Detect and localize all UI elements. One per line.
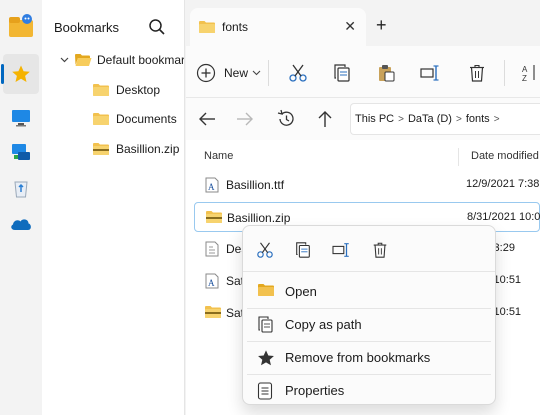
zip-folder-icon — [204, 305, 222, 322]
left-rail — [0, 0, 42, 415]
history-icon[interactable] — [274, 107, 298, 131]
close-icon[interactable]: ✕ — [344, 19, 356, 33]
new-button[interactable]: New — [196, 60, 261, 86]
tree-item-label: Desktop — [116, 83, 161, 97]
sort-button[interactable]: AZ — [522, 60, 540, 86]
file-name: Basillion.ttf — [226, 178, 285, 192]
context-menu: Open Copy as path Remove from bookmarks … — [242, 225, 496, 405]
tree-item-label: Default bookmarks — [97, 53, 185, 67]
rename-icon — [420, 63, 442, 83]
file-icon — [204, 241, 220, 260]
menu-item-label: Properties — [285, 383, 345, 398]
font-file-icon: A — [204, 177, 220, 196]
zip-folder-icon — [205, 210, 223, 227]
new-tab-button[interactable]: + — [376, 16, 387, 34]
copy-icon — [332, 63, 352, 83]
bookmarks-pane: Bookmarks Default bookmarks Desktop Docu… — [42, 0, 185, 415]
folder-open-icon — [74, 53, 92, 67]
delete-button[interactable] — [467, 60, 487, 86]
chevron-down-icon[interactable] — [58, 57, 70, 63]
sort-icon: AZ — [522, 63, 540, 83]
command-bar: New A Z — [186, 46, 540, 98]
font-file-icon: A — [204, 273, 220, 292]
folder-icon — [92, 112, 110, 126]
tree-item-default-bookmarks[interactable]: Default bookmarks — [58, 53, 185, 67]
svg-text:Z: Z — [522, 74, 527, 83]
column-header-name[interactable]: Name — [204, 150, 233, 162]
paste-button[interactable] — [376, 60, 396, 86]
chevron-right-icon: > — [493, 113, 500, 125]
tree-item-desktop[interactable]: Desktop — [92, 83, 160, 97]
tree-item-label: Documents — [116, 112, 177, 126]
tab-fonts[interactable]: fonts ✕ — [190, 8, 366, 46]
column-divider[interactable] — [458, 148, 459, 166]
svg-text:A: A — [522, 65, 528, 74]
menu-item-label: Remove from bookmarks — [285, 350, 431, 365]
rail-onedrive-icon[interactable] — [0, 204, 42, 244]
breadcrumb-this-pc[interactable]: This PC — [355, 113, 394, 125]
tree-item-label: Basillion.zip — [116, 142, 180, 156]
paste-icon — [376, 63, 396, 83]
rail-recycle-bin-icon[interactable] — [0, 168, 42, 208]
trash-icon[interactable] — [369, 240, 391, 260]
rail-bookmarks-star-icon[interactable] — [1, 54, 39, 94]
trash-icon — [467, 63, 487, 83]
table-row[interactable]: A Basillion.ttf 12/9/2021 7:38 — [194, 170, 540, 200]
rail-network-icon[interactable] — [0, 132, 42, 172]
copy-icon[interactable] — [292, 240, 314, 260]
context-menu-quick-actions — [243, 226, 495, 272]
up-arrow-icon[interactable] — [313, 107, 337, 131]
address-bar[interactable]: This PC > DaTa (D) > fonts > — [350, 103, 540, 135]
forward-arrow-icon[interactable] — [233, 107, 257, 131]
back-arrow-icon[interactable] — [195, 107, 219, 131]
rename-icon[interactable] — [331, 240, 353, 260]
scissors-icon — [288, 63, 308, 83]
rename-button[interactable] — [420, 60, 442, 86]
svg-text:A: A — [208, 182, 215, 192]
menu-item-copy-as-path[interactable]: Copy as path — [247, 309, 491, 341]
folder-icon — [198, 20, 216, 34]
menu-item-properties[interactable]: Properties — [247, 375, 491, 407]
zip-folder-icon — [92, 142, 110, 156]
cut-button[interactable] — [288, 60, 308, 86]
menu-item-label: Open — [285, 284, 317, 299]
copy-button[interactable] — [332, 60, 352, 86]
cut-icon[interactable] — [254, 240, 276, 260]
tab-title: fonts — [222, 20, 249, 34]
tree-item-basillion-zip[interactable]: Basillion.zip — [92, 142, 179, 156]
column-header-date-modified[interactable]: Date modified — [471, 150, 539, 162]
file-date: 12/9/2021 7:38 — [466, 178, 540, 190]
star-icon — [257, 349, 275, 370]
breadcrumb-data-drive[interactable]: DaTa (D) — [408, 113, 452, 125]
search-icon[interactable] — [148, 18, 166, 39]
menu-item-label: Copy as path — [285, 317, 362, 332]
plus-circle-icon — [196, 63, 216, 83]
file-date: 8/31/2021 10:04 — [467, 211, 540, 223]
tree-item-documents[interactable]: Documents — [92, 112, 177, 126]
app-logo-icon — [0, 6, 42, 46]
chevron-right-icon: > — [455, 113, 462, 125]
svg-text:A: A — [208, 278, 215, 288]
chevron-right-icon: > — [398, 113, 404, 125]
properties-icon — [257, 382, 273, 403]
breadcrumb-fonts[interactable]: fonts — [466, 113, 490, 125]
menu-item-open[interactable]: Open — [247, 276, 491, 308]
menu-item-remove-from-bookmarks[interactable]: Remove from bookmarks — [247, 342, 491, 374]
navigation-bar: This PC > DaTa (D) > fonts > — [186, 99, 540, 139]
folder-icon — [257, 283, 275, 300]
bookmarks-title: Bookmarks — [54, 20, 120, 35]
file-name: Basillion.zip — [227, 211, 291, 225]
tab-strip: fonts ✕ + — [186, 0, 540, 48]
new-label: New — [224, 66, 249, 80]
toolbar-divider — [504, 60, 505, 86]
toolbar-divider — [268, 60, 269, 86]
chevron-down-icon — [252, 70, 261, 76]
folder-icon — [92, 83, 110, 97]
copy-path-icon — [257, 316, 275, 337]
